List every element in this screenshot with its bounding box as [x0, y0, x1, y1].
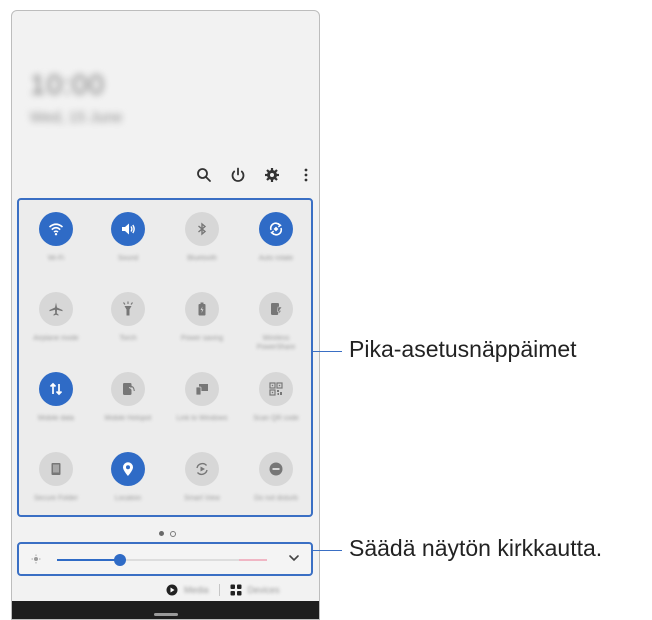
quick-tile-label: Torch [119, 335, 137, 342]
quick-tile-label: Do not disturb [254, 495, 298, 502]
search-icon[interactable] [195, 166, 213, 184]
sound-icon [111, 212, 145, 246]
settings-gear-icon[interactable] [263, 166, 281, 184]
quick-tile-smart-view[interactable]: Smart View [165, 440, 239, 520]
callout-line-quick-settings [312, 351, 342, 352]
quick-tile-power-saving[interactable]: Power saving [165, 280, 239, 360]
quick-tile-qr-scanner[interactable]: Scan QR code [239, 360, 313, 440]
quick-tile-hotspot[interactable]: Mobile Hotspot [91, 360, 165, 440]
more-vertical-icon[interactable] [297, 166, 315, 184]
phone-screen: 10:00 Wed, 15 June Wi-Fi Sound Bluetooth [11, 10, 320, 620]
clock-time: 10:00 [30, 69, 106, 100]
quick-tile-label: Airplane mode [33, 335, 79, 342]
secure-folder-icon [39, 452, 73, 486]
smart-view-icon [185, 452, 219, 486]
page-dot-active[interactable] [159, 531, 164, 536]
quick-tile-label: Scan QR code [253, 415, 299, 422]
power-icon[interactable] [229, 166, 247, 184]
brightness-slider-max-zone [239, 559, 267, 561]
home-handle[interactable] [154, 613, 178, 616]
do-not-disturb-icon [259, 452, 293, 486]
play-icon [166, 584, 178, 596]
quick-tile-bluetooth[interactable]: Bluetooth [165, 200, 239, 280]
powershare-icon [259, 292, 293, 326]
callout-quick-settings: Pika-asetusnäppäimet [349, 336, 577, 362]
quick-tile-powershare[interactable]: Wireless PowerShare [239, 280, 313, 360]
media-button[interactable]: Media [166, 584, 209, 596]
clock-date: Wed, 15 June [30, 109, 123, 126]
quick-tile-label: Link to Windows [176, 415, 228, 422]
quick-tile-label: Location [114, 495, 142, 502]
quick-tile-airplane[interactable]: Airplane mode [19, 280, 93, 360]
quick-tile-mobile-data[interactable]: Mobile data [19, 360, 93, 440]
devices-grid-icon [230, 584, 242, 596]
page-dot[interactable] [170, 531, 176, 537]
bluetooth-icon [185, 212, 219, 246]
mobile-data-icon [39, 372, 73, 406]
devices-label: Devices [247, 585, 280, 595]
callout-line-brightness [312, 550, 342, 551]
quick-tile-label: Wireless PowerShare [256, 335, 296, 351]
quick-settings-panel: Wi-Fi Sound Bluetooth Auto rotate Airpla… [17, 198, 313, 517]
quick-tile-label: Smart View [184, 495, 220, 502]
quick-tile-label: Wi-Fi [47, 255, 65, 262]
quick-tile-location[interactable]: Location [91, 440, 165, 520]
devices-button[interactable]: Devices [230, 584, 280, 596]
quick-tile-torch[interactable]: Torch [91, 280, 165, 360]
quick-tile-wifi[interactable]: Wi-Fi [19, 200, 93, 280]
qr-code-icon [259, 372, 293, 406]
airplane-icon [39, 292, 73, 326]
battery-icon [185, 292, 219, 326]
auto-rotate-icon [259, 212, 293, 246]
media-label: Media [184, 585, 209, 595]
hotspot-icon [111, 372, 145, 406]
brightness-sun-icon [31, 554, 41, 564]
quick-tile-label: Mobile data [37, 415, 75, 422]
quick-tile-label: Mobile Hotspot [104, 415, 152, 422]
link-windows-icon [185, 372, 219, 406]
quick-tile-label: Sound [117, 255, 139, 262]
panel-top-icons [195, 166, 315, 184]
quick-tile-auto-rotate[interactable]: Auto rotate [239, 200, 313, 280]
brightness-slider-thumb[interactable] [114, 554, 126, 566]
flashlight-icon [111, 292, 145, 326]
chevron-down-icon[interactable] [287, 551, 301, 565]
brightness-slider[interactable] [57, 554, 267, 566]
quick-tile-label: Bluetooth [187, 255, 217, 262]
divider [218, 584, 220, 596]
callout-brightness: Säädä näytön kirkkautta. [349, 535, 603, 561]
media-devices-bar: Media Devices [166, 584, 280, 596]
brightness-slider-fill [57, 559, 120, 561]
location-icon [111, 452, 145, 486]
page-indicator [159, 531, 176, 537]
quick-tile-label: Secure Folder [34, 495, 78, 502]
quick-tile-link-windows[interactable]: Link to Windows [165, 360, 239, 440]
brightness-bar [17, 542, 313, 576]
quick-tile-secure-folder[interactable]: Secure Folder [19, 440, 93, 520]
wifi-icon [39, 212, 73, 246]
quick-tile-sound[interactable]: Sound [91, 200, 165, 280]
quick-tile-do-not-disturb[interactable]: Do not disturb [239, 440, 313, 520]
navigation-area [12, 601, 319, 619]
quick-tile-label: Power saving [180, 335, 224, 342]
quick-tile-label: Auto rotate [258, 255, 294, 262]
